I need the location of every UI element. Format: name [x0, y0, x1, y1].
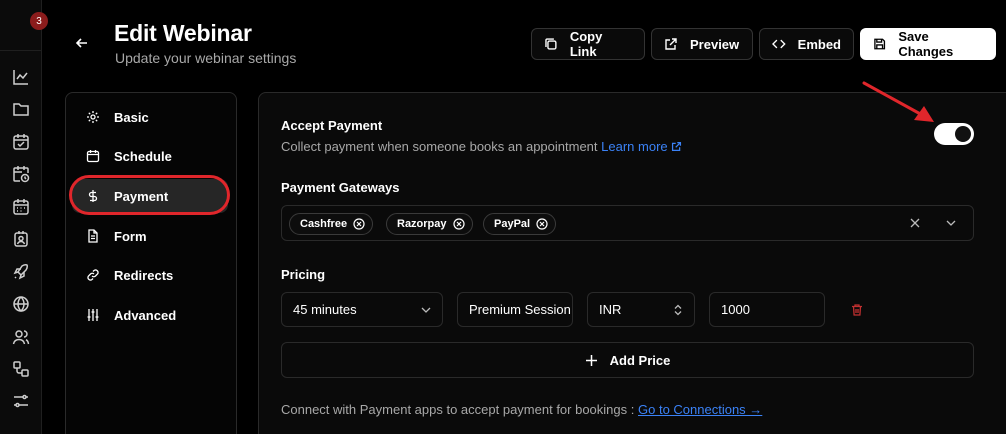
- save-changes-button[interactable]: Save Changes: [860, 28, 996, 60]
- connections-hint-text: Connect with Payment apps to accept paym…: [281, 402, 635, 417]
- calendar-clock-icon[interactable]: [12, 165, 30, 183]
- save-changes-label: Save Changes: [898, 29, 954, 59]
- users-icon[interactable]: [12, 328, 30, 346]
- gateway-chip-label: PayPal: [494, 218, 531, 230]
- nav-item-label: Form: [114, 228, 147, 244]
- settings-nav: Basic Schedule Payment Form Redirects Ad…: [65, 92, 237, 434]
- chevron-down-icon[interactable]: [945, 217, 957, 229]
- nav-item-redirects[interactable]: Redirects: [72, 258, 228, 292]
- learn-more-link[interactable]: Learn more: [601, 139, 682, 154]
- nav-item-label: Advanced: [114, 307, 177, 323]
- nav-item-label: Basic: [114, 109, 149, 125]
- copy-link-label: Copy Link: [569, 29, 603, 59]
- trash-icon[interactable]: [850, 303, 864, 317]
- preview-button[interactable]: Preview: [651, 28, 753, 60]
- learn-more-label: Learn more: [601, 139, 668, 154]
- plus-icon: [585, 354, 597, 366]
- rail-divider: [0, 50, 42, 51]
- gateway-chip-razorpay: Razorpay: [386, 213, 473, 235]
- rocket-icon[interactable]: [12, 263, 30, 281]
- calendar-icon: [86, 150, 100, 163]
- amount-input[interactable]: 1000: [709, 292, 825, 327]
- copy-link-button[interactable]: Copy Link: [531, 28, 645, 60]
- payment-gateways-select[interactable]: Cashfree Razorpay PayPal: [281, 205, 974, 241]
- add-price-label: Add Price: [609, 352, 671, 368]
- embed-label: Embed: [797, 36, 841, 52]
- toggle-knob: [955, 126, 971, 142]
- nav-item-form[interactable]: Form: [72, 219, 228, 253]
- page-title: Edit Webinar: [114, 20, 252, 46]
- accept-payment-toggle[interactable]: [934, 123, 974, 145]
- external-link-icon: [665, 38, 677, 50]
- embed-button[interactable]: Embed: [759, 28, 854, 60]
- nav-item-advanced[interactable]: Advanced: [72, 298, 228, 332]
- notification-badge: 3: [30, 12, 48, 30]
- calendar-check-icon[interactable]: [12, 133, 30, 151]
- accept-payment-description: Collect payment when someone books an ap…: [281, 139, 682, 154]
- gateway-chip-label: Razorpay: [397, 218, 447, 230]
- session-name-input[interactable]: Premium Session: [457, 292, 573, 327]
- external-link-icon: [672, 141, 682, 152]
- duration-value: 45 minutes: [293, 302, 357, 317]
- globe-icon[interactable]: [12, 295, 30, 313]
- back-arrow-icon[interactable]: [73, 34, 91, 52]
- remove-circle-icon[interactable]: [536, 218, 548, 230]
- currency-select[interactable]: INR: [587, 292, 695, 327]
- session-name-value: Premium Session: [469, 302, 571, 317]
- folder-icon[interactable]: [12, 100, 30, 118]
- red-arrow-annotation: [862, 81, 934, 122]
- link-icon: [87, 269, 99, 281]
- copy-icon: [545, 38, 557, 50]
- analytics-icon[interactable]: [12, 68, 30, 86]
- code-icon: [772, 39, 786, 49]
- remove-circle-icon[interactable]: [452, 218, 465, 230]
- chevron-down-icon: [421, 307, 431, 313]
- gateway-chip-cashfree: Cashfree: [289, 213, 374, 235]
- nav-item-label: Redirects: [114, 267, 174, 283]
- currency-value: INR: [599, 302, 622, 317]
- icon-rail: 3: [0, 0, 48, 434]
- remove-circle-icon[interactable]: [353, 218, 365, 230]
- go-to-connections-link[interactable]: Go to Connections →: [638, 402, 762, 417]
- pricing-label: Pricing: [281, 267, 326, 282]
- payment-gateways-label: Payment Gateways: [281, 180, 400, 195]
- chevron-up-down-icon: [674, 304, 682, 316]
- clear-icon[interactable]: [909, 217, 921, 229]
- calendar-icon[interactable]: [12, 198, 30, 216]
- document-icon: [88, 229, 98, 243]
- settings-sliders-icon[interactable]: [12, 392, 30, 410]
- gateway-chip-paypal: PayPal: [483, 213, 557, 235]
- connections-hint: Connect with Payment apps to accept paym…: [281, 402, 762, 417]
- payment-highlight-annotation: [69, 175, 230, 215]
- preview-label: Preview: [690, 36, 740, 52]
- page-subtitle: Update your webinar settings: [115, 50, 297, 66]
- gear-icon: [87, 111, 99, 123]
- nav-item-basic[interactable]: Basic: [72, 100, 228, 134]
- contact-icon[interactable]: [12, 230, 30, 248]
- duration-select[interactable]: 45 minutes: [281, 292, 443, 327]
- nav-item-label: Schedule: [114, 148, 172, 164]
- sliders-icon: [87, 309, 99, 321]
- gateway-chip-label: Cashfree: [300, 218, 348, 230]
- amount-value: 1000: [721, 302, 750, 317]
- save-icon: [874, 38, 886, 50]
- workflow-icon[interactable]: [12, 360, 30, 378]
- accept-payment-label: Accept Payment: [281, 118, 383, 133]
- accept-payment-description-text: Collect payment when someone books an ap…: [281, 139, 598, 154]
- add-price-button[interactable]: Add Price: [281, 342, 974, 378]
- nav-item-schedule[interactable]: Schedule: [72, 139, 228, 173]
